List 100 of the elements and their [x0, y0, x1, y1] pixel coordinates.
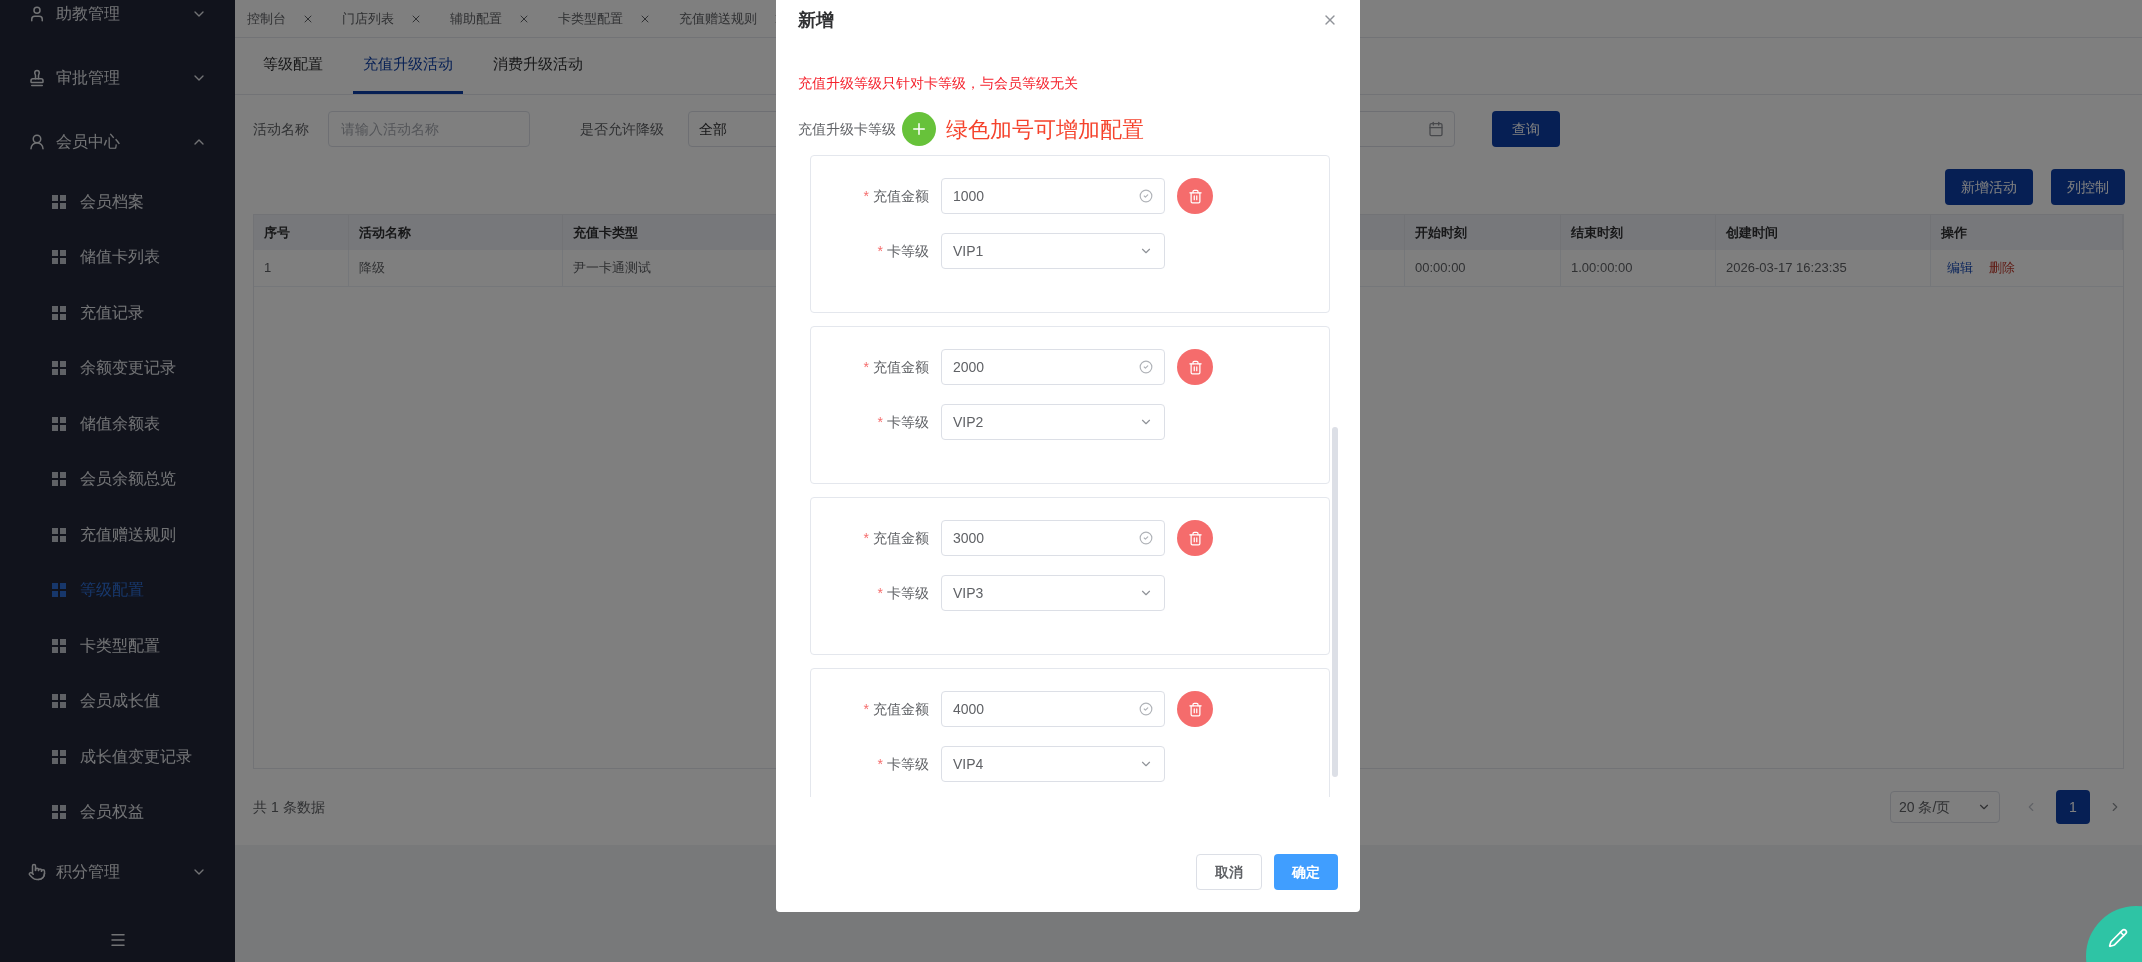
menu-item[interactable]: 卡类型配置 [0, 618, 235, 674]
level-select[interactable]: VIP4 [941, 746, 1165, 782]
field-label: 卡等级 [887, 241, 929, 261]
table-cell-text: 降级 [359, 259, 385, 278]
level-select[interactable]: VIP1 [941, 233, 1165, 269]
grid-icon [52, 638, 66, 653]
field-label: 充值金额 [873, 699, 929, 719]
menu-item[interactable]: 会员档案 [0, 174, 235, 230]
section-label: 充值升级卡等级 [798, 119, 896, 139]
dialog-button[interactable]: 确定 [1274, 854, 1338, 890]
total-count: 共 1 条数据 [253, 797, 325, 817]
menu-group[interactable]: 助教管理 [0, 0, 235, 46]
field-label: 充值金额 [873, 186, 929, 206]
column-header: 充值卡类型 [573, 223, 638, 242]
search-button[interactable]: 查询 [1492, 111, 1560, 147]
plus-icon [910, 120, 928, 138]
column-header: 操作 [1941, 223, 1967, 242]
column-header: 活动名称 [359, 223, 411, 242]
grid-icon [52, 250, 66, 265]
amount-input[interactable]: 2000 [941, 349, 1165, 385]
notice-text: 充值升级等级只针对卡等级，与会员等级无关 [798, 74, 1079, 93]
required-mark: * [863, 699, 869, 719]
grid-icon [52, 527, 66, 542]
field-label: 卡等级 [887, 412, 929, 432]
tab[interactable]: 等级配置 [253, 38, 333, 94]
calendar-icon [1428, 121, 1444, 137]
amount-input[interactable]: 4000 [941, 691, 1165, 727]
grid-icon [52, 361, 66, 376]
page-tab[interactable]: 卡类型配置 [558, 0, 651, 37]
delete-button[interactable] [1177, 520, 1213, 556]
row-action-link[interactable]: 编辑 [1947, 258, 1973, 278]
required-mark: * [877, 241, 883, 261]
scrollbar-thumb[interactable] [1332, 427, 1338, 777]
column-header: 创建时间 [1726, 223, 1778, 242]
column-header: 结束时刻 [1571, 223, 1623, 242]
menu-group[interactable]: 会员中心 [0, 110, 235, 174]
menu-item[interactable]: 会员余额总览 [0, 451, 235, 507]
trash-icon [1187, 188, 1203, 204]
required-mark: * [863, 528, 869, 548]
grid-icon [52, 416, 66, 431]
page-tab[interactable]: 控制台 [247, 0, 314, 37]
menu-item[interactable]: 会员成长值 [0, 673, 235, 729]
grid-icon [52, 583, 66, 598]
menu-item[interactable]: 余额变更记录 [0, 340, 235, 396]
table-cell-text: 00:00:00 [1415, 259, 1466, 278]
trash-icon [1187, 359, 1203, 375]
page-button[interactable]: 1 [2056, 790, 2090, 824]
menu-item[interactable]: 充值记录 [0, 285, 235, 341]
tab[interactable]: 充值升级活动 [353, 38, 463, 94]
delete-button[interactable] [1177, 691, 1213, 727]
menu-group[interactable]: 积分管理 [0, 840, 235, 904]
grid-icon [52, 694, 66, 709]
required-mark: * [863, 357, 869, 377]
check-icon [1139, 360, 1153, 374]
menu-item[interactable]: 储值余额表 [0, 396, 235, 452]
grid-icon [52, 472, 66, 487]
tab[interactable]: 消费升级活动 [483, 38, 593, 94]
field-label: 活动名称 [253, 119, 310, 139]
toolbar-button[interactable]: 新增活动 [1945, 169, 2033, 205]
amount-input[interactable]: 1000 [941, 178, 1165, 214]
column-header: 序号 [264, 223, 290, 242]
delete-button[interactable] [1177, 349, 1213, 385]
dialog-title: 新增 [798, 8, 834, 32]
page-tab[interactable]: 门店列表 [342, 0, 422, 37]
grid-icon [52, 194, 66, 209]
column-header: 开始时刻 [1415, 223, 1467, 242]
level-select[interactable]: VIP3 [941, 575, 1165, 611]
dialog-button[interactable]: 取消 [1196, 854, 1262, 890]
pencil-icon [2108, 928, 2128, 948]
grid-icon [52, 749, 66, 764]
required-mark: * [877, 754, 883, 774]
menu-item[interactable]: 会员权益 [0, 784, 235, 840]
trash-icon [1187, 530, 1203, 546]
table-cell-text: 1.00:00:00 [1571, 259, 1633, 278]
menu-item[interactable]: 储值卡列表 [0, 229, 235, 285]
table-cell-text: 1 [264, 259, 272, 278]
field-label: 是否允许降级 [580, 119, 665, 139]
field-label: 卡等级 [887, 583, 929, 603]
row-action-link[interactable]: 删除 [1989, 258, 2015, 278]
page-size-select[interactable]: 20 条/页 [1890, 791, 2000, 823]
add-button[interactable] [902, 112, 936, 146]
grid-icon [52, 305, 66, 320]
required-mark: * [863, 186, 869, 206]
hint-text: 绿色加号可增加配置 [946, 115, 1144, 144]
grid-icon [52, 805, 66, 820]
page-tab[interactable]: 辅助配置 [450, 0, 530, 37]
field-label: 充值金额 [873, 357, 929, 377]
amount-input[interactable]: 3000 [941, 520, 1165, 556]
toolbar-button[interactable]: 列控制 [2051, 169, 2125, 205]
menu-group[interactable]: 审批管理 [0, 46, 235, 110]
field-label: 卡等级 [887, 754, 929, 774]
trash-icon [1187, 701, 1203, 717]
field-label: 充值金额 [873, 528, 929, 548]
level-select[interactable]: VIP2 [941, 404, 1165, 440]
check-icon [1139, 702, 1153, 716]
delete-button[interactable] [1177, 178, 1213, 214]
required-mark: * [877, 583, 883, 603]
menu-item[interactable]: 成长值变更记录 [0, 729, 235, 785]
menu-item[interactable]: 充值赠送规则 [0, 507, 235, 563]
check-icon [1139, 531, 1153, 545]
